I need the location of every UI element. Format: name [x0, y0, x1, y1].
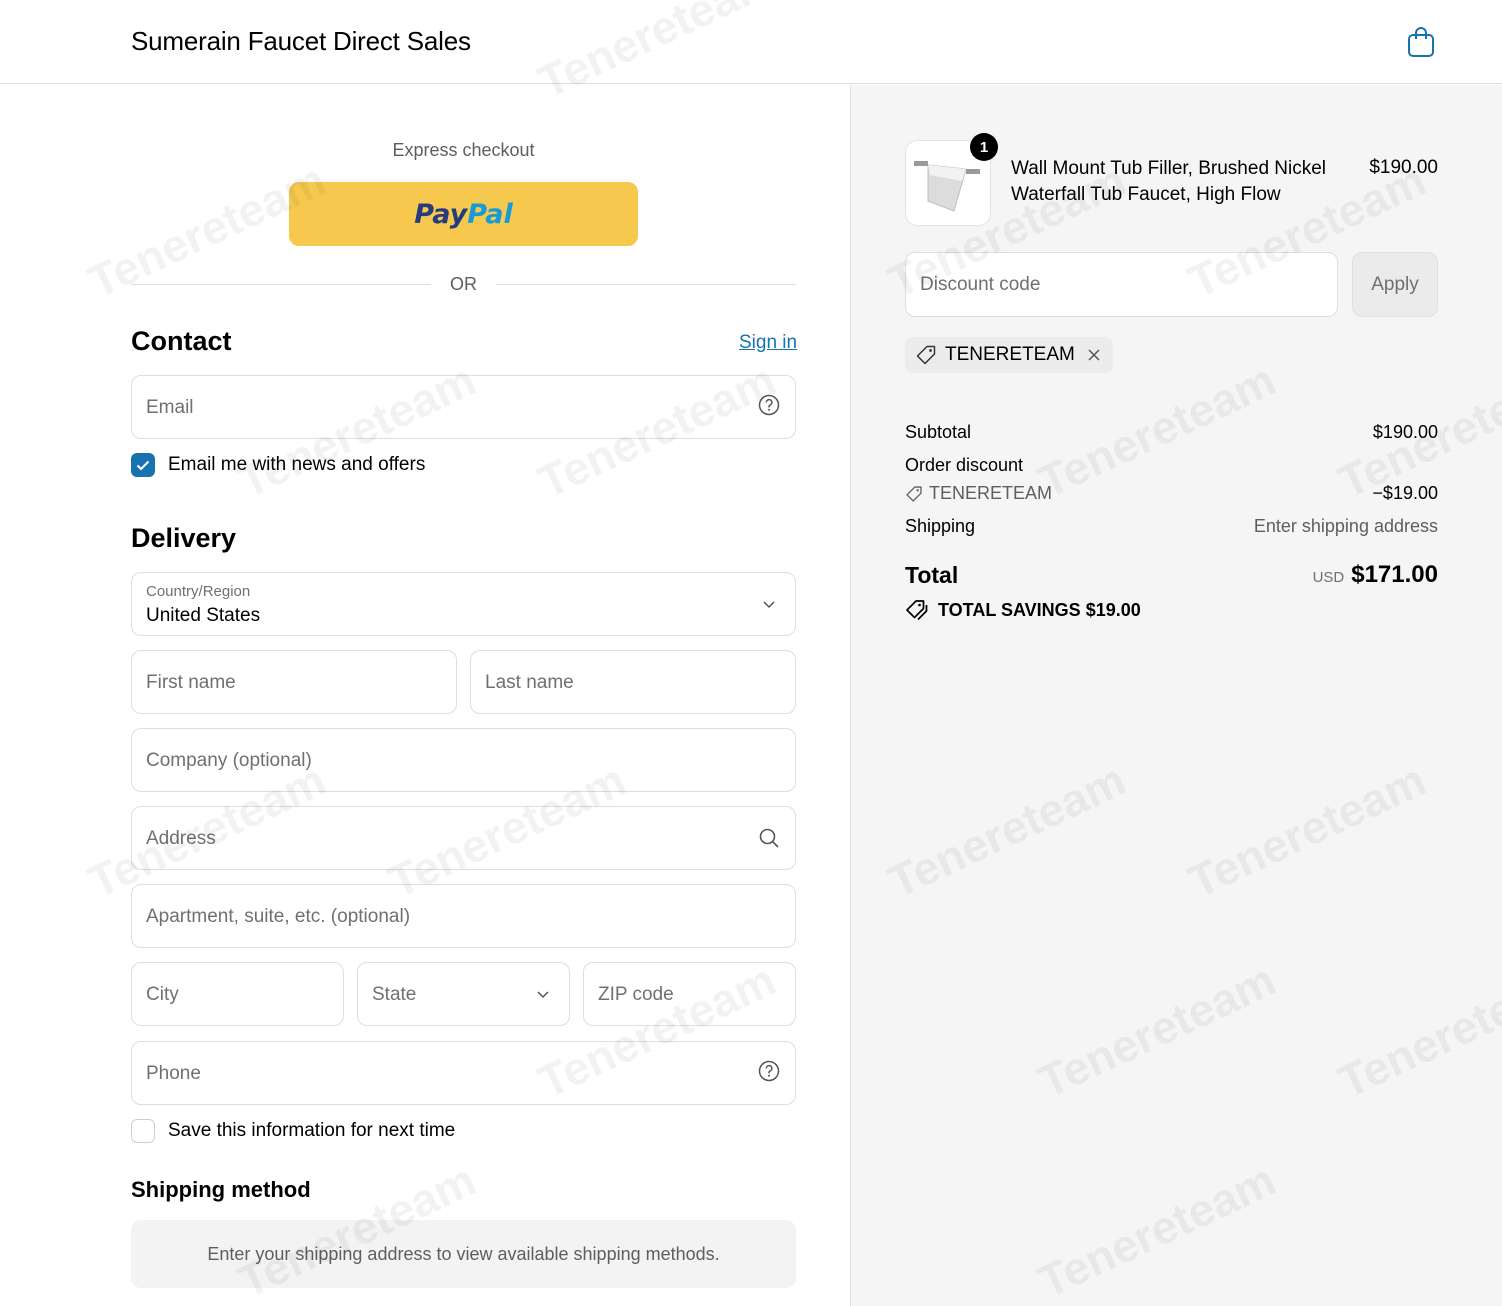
shipping-method-placeholder: Enter your shipping address to view avai… — [131, 1220, 796, 1288]
applied-discount-code: TENERETEAM — [945, 344, 1075, 365]
paypal-logo-pal: Pal — [467, 198, 513, 230]
apply-discount-button[interactable]: Apply — [1352, 252, 1438, 317]
sign-in-link[interactable]: Sign in — [739, 332, 797, 354]
total-savings: TOTAL SAVINGS $19.00 — [905, 599, 1141, 621]
search-icon — [759, 828, 779, 848]
first-name-field[interactable]: First name — [131, 650, 457, 714]
help-circle-icon[interactable] — [758, 394, 780, 416]
shipping-method-heading: Shipping method — [131, 1177, 311, 1202]
newsletter-checkbox[interactable] — [131, 453, 155, 477]
chevron-down-icon — [763, 601, 775, 609]
country-value: United States — [146, 605, 261, 626]
newsletter-label: Email me with news and offers — [168, 454, 426, 475]
divider — [496, 284, 796, 285]
checkmark-icon — [136, 460, 150, 470]
order-discount-label: Order discount — [905, 455, 1024, 475]
help-circle-icon[interactable] — [758, 1060, 780, 1082]
zip-field[interactable]: ZIP code — [583, 962, 796, 1026]
discount-code-line: TENERETEAM — [905, 483, 1438, 504]
total-value: $171.00 — [1351, 561, 1438, 588]
tag-icon — [906, 485, 922, 502]
company-field[interactable]: Company (optional) — [131, 728, 796, 792]
total-savings-value: $19.00 — [1085, 599, 1141, 620]
last-name-field[interactable]: Last name — [470, 650, 796, 714]
address-field[interactable]: Address — [131, 806, 796, 870]
country-label: Country/Region — [146, 583, 251, 600]
paypal-logo-pay: Pay — [414, 198, 468, 230]
save-info-checkbox[interactable] — [131, 1119, 155, 1143]
order-summary: 1 Wall Mount Tub Filler, Brushed Nickel … — [850, 85, 1502, 1306]
state-select[interactable]: State — [357, 962, 570, 1026]
company-placeholder: Company (optional) — [146, 750, 312, 771]
discount-code-row: TENERETEAM −$19.00 — [905, 483, 1438, 504]
country-select[interactable]: Country/Region United States — [131, 572, 796, 636]
zip-placeholder: ZIP code — [598, 984, 674, 1005]
site-header: Sumerain Faucet Direct Sales — [0, 0, 1502, 84]
shopping-bag-icon[interactable] — [1406, 26, 1436, 58]
paypal-button[interactable]: Pay Pal — [289, 182, 638, 246]
checkout-form: Express checkout Pay Pal OR Contact Sign … — [0, 85, 850, 1306]
save-info-label: Save this information for next time — [168, 1120, 456, 1141]
total-amount: USD $171.00 — [1313, 561, 1438, 589]
city-field[interactable]: City — [131, 962, 344, 1026]
phone-field[interactable]: Phone — [131, 1041, 796, 1105]
currency-code: USD — [1312, 569, 1345, 586]
discount-value: −$19.00 — [1372, 483, 1438, 503]
contact-heading: Contact — [131, 326, 232, 356]
discount-code-placeholder: Discount code — [920, 274, 1041, 295]
tag-icon — [916, 345, 936, 365]
phone-placeholder: Phone — [146, 1063, 201, 1084]
remove-discount-icon[interactable] — [1087, 348, 1101, 362]
discount-code-text: TENERETEAM — [929, 483, 1053, 503]
quantity-badge: 1 — [970, 133, 998, 161]
email-placeholder: Email — [146, 397, 194, 418]
total-label: Total — [905, 562, 959, 588]
express-checkout-title: Express checkout — [392, 140, 535, 160]
divider — [131, 284, 431, 285]
product-price: $190.00 — [1369, 157, 1438, 178]
first-name-placeholder: First name — [146, 672, 236, 693]
order-discount-row: Order discount — [905, 455, 1438, 476]
shipping-label: Shipping — [905, 516, 976, 536]
tags-icon — [906, 600, 928, 621]
delivery-heading: Delivery — [131, 523, 237, 553]
last-name-placeholder: Last name — [485, 672, 574, 693]
apartment-placeholder: Apartment, suite, etc. (optional) — [146, 906, 411, 927]
state-placeholder: State — [372, 984, 417, 1005]
subtotal-label: Subtotal — [905, 422, 972, 442]
shipping-row: Shipping Enter shipping address — [905, 516, 1438, 537]
total-savings-label: TOTAL SAVINGS — [938, 599, 1081, 620]
product-name: Wall Mount Tub Filler, Brushed Nickel Wa… — [1011, 158, 1327, 205]
applied-discount-chip: TENERETEAM — [905, 337, 1113, 373]
subtotal-value: $190.00 — [1372, 422, 1438, 442]
city-placeholder: City — [146, 984, 179, 1005]
save-info-checkbox-row[interactable]: Save this information for next time — [131, 1119, 455, 1143]
shipping-value: Enter shipping address — [1253, 516, 1438, 536]
discount-code-input[interactable]: Discount code — [905, 252, 1338, 317]
store-brand[interactable]: Sumerain Faucet Direct Sales — [131, 26, 471, 57]
subtotal-row: Subtotal $190.00 — [905, 422, 1438, 443]
or-separator: OR — [450, 274, 477, 294]
email-field[interactable]: Email — [131, 375, 796, 439]
newsletter-checkbox-row[interactable]: Email me with news and offers — [131, 453, 425, 477]
chevron-down-icon — [537, 991, 549, 999]
apartment-field[interactable]: Apartment, suite, etc. (optional) — [131, 884, 796, 948]
address-placeholder: Address — [146, 828, 216, 849]
